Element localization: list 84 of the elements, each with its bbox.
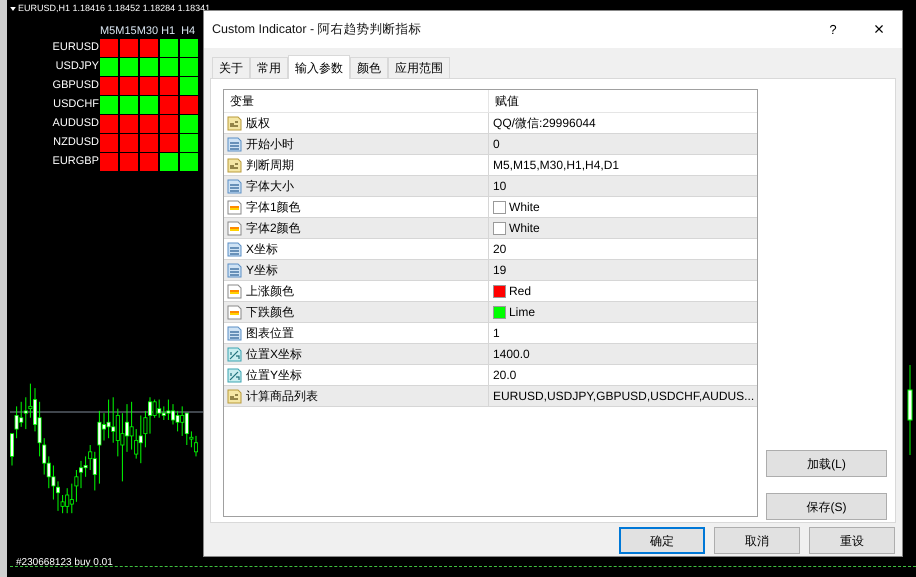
variable-value: 19 — [493, 262, 506, 279]
text-type-icon — [227, 158, 242, 172]
table-row[interactable]: Y坐标 19 — [224, 260, 757, 281]
variable-name: 开始小时 — [246, 136, 294, 153]
dialog-button[interactable]: 取消 — [714, 527, 800, 554]
timeframe-label: H1 — [160, 25, 176, 38]
timeframe-label: M30 — [136, 25, 158, 38]
variable-name: X坐标 — [246, 241, 278, 258]
tab[interactable]: 应用范围 — [388, 57, 450, 78]
table-row[interactable]: 下跌颜色 Lime — [224, 302, 757, 323]
table-row[interactable]: 字体2颜色 White — [224, 218, 757, 239]
symbol-label: NZDUSD — [52, 135, 100, 150]
variable-value: Red — [509, 283, 532, 300]
tab[interactable]: 常用 — [250, 57, 288, 78]
variable-name: 位置Y坐标 — [246, 367, 302, 384]
table-row[interactable]: 位置X坐标 1400.0 — [224, 344, 757, 365]
symbol-label: EURUSD — [52, 40, 100, 56]
order-label: #230668123 buy 0.01 — [16, 556, 113, 570]
variable-name: 位置X坐标 — [246, 346, 302, 363]
symbol-label: USDCHF — [52, 97, 100, 112]
number-type-icon — [227, 242, 242, 256]
text-type-icon — [227, 388, 242, 404]
number-type-icon — [227, 326, 242, 340]
side-button[interactable]: 加载(L) — [766, 450, 887, 477]
color-type-icon — [227, 284, 242, 298]
variable-name: 版权 — [246, 115, 270, 132]
tab[interactable]: 输入参数 — [288, 55, 350, 79]
tab[interactable]: 关于 — [212, 57, 250, 78]
variable-value: White — [509, 220, 540, 237]
variable-value: 20.0 — [493, 367, 516, 384]
table-row[interactable]: 字体大小 10 — [224, 176, 757, 197]
variable-value: EURUSD,USDJPY,GBPUSD,USDCHF,AUDUS... — [493, 388, 754, 405]
table-row[interactable]: 版权 QQ/微信:29996044 — [224, 113, 757, 134]
symbol-label: GBPUSD — [52, 78, 100, 94]
table-row[interactable]: X坐标 20 — [224, 239, 757, 260]
help-button[interactable]: ? — [810, 11, 856, 48]
dialog-button[interactable]: 确定 — [619, 527, 705, 554]
symbol-label: EURGBP — [52, 154, 100, 170]
variable-name: 判断周期 — [246, 157, 294, 174]
variable-name: 字体2颜色 — [246, 220, 301, 237]
text-type-icon — [227, 116, 242, 130]
variable-name: Y坐标 — [246, 262, 278, 279]
number-type-icon — [227, 136, 242, 152]
timeframe-label: H4 — [180, 25, 196, 38]
column-header[interactable]: 赋值 — [489, 90, 757, 112]
variable-value: 10 — [493, 178, 506, 195]
fraction-type-icon — [227, 368, 242, 382]
variable-value: White — [509, 199, 540, 216]
dropdown-icon[interactable] — [10, 6, 16, 10]
table-row[interactable]: 位置Y坐标 20.0 — [224, 365, 757, 386]
number-type-icon — [227, 262, 242, 278]
color-type-icon — [227, 304, 242, 320]
table-row[interactable]: 图表位置 1 — [224, 323, 757, 344]
variable-name: 字体1颜色 — [246, 199, 301, 216]
dialog-button[interactable]: 重设 — [809, 527, 895, 554]
variable-value: 1 — [493, 325, 500, 342]
variable-value: Lime — [509, 304, 536, 321]
table-row[interactable]: 字体1颜色 White — [224, 197, 757, 218]
variable-name: 上涨颜色 — [246, 283, 294, 300]
table-row[interactable]: 计算商品列表 EURUSD,USDJPY,GBPUSD,USDCHF,AUDUS... — [224, 386, 757, 407]
window-title: Custom Indicator - 阿右趋势判断指标 — [212, 21, 423, 38]
close-button[interactable]: × — [856, 11, 902, 48]
timeframe-label: M15 — [115, 25, 137, 38]
table-row[interactable]: 开始小时 0 — [224, 134, 757, 155]
table-row[interactable]: 上涨颜色 Red — [224, 281, 757, 302]
color-type-icon — [227, 200, 242, 214]
variable-name: 下跌颜色 — [246, 304, 294, 321]
fraction-type-icon — [227, 346, 242, 362]
symbol-label: USDJPY — [54, 59, 100, 74]
variable-name: 计算商品列表 — [246, 388, 318, 405]
side-button[interactable]: 保存(S) — [766, 493, 887, 520]
variable-value: 20 — [493, 241, 506, 258]
variable-value: 0 — [493, 136, 500, 153]
variable-name: 图表位置 — [246, 325, 294, 342]
variable-value: 1400.0 — [493, 346, 530, 363]
variable-value: M5,M15,M30,H1,H4,D1 — [493, 157, 620, 174]
symbol-label: AUDUSD — [52, 116, 100, 132]
variable-name: 字体大小 — [246, 178, 294, 195]
variable-value: QQ/微信:29996044 — [493, 115, 596, 132]
color-type-icon — [227, 220, 242, 236]
number-type-icon — [227, 178, 242, 194]
tab[interactable]: 颜色 — [350, 57, 388, 78]
table-row[interactable]: 判断周期 M5,M15,M30,H1,H4,D1 — [224, 155, 757, 176]
timeframe-label: M5 — [100, 25, 116, 38]
